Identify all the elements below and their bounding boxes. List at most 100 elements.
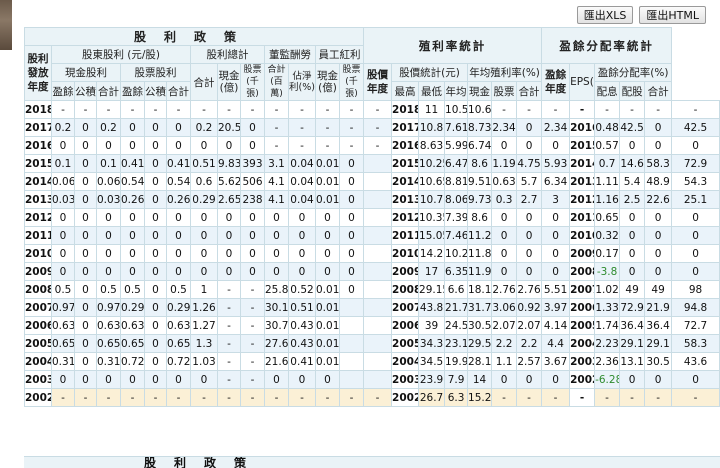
table-cell: - bbox=[240, 388, 265, 407]
table-cell: 0 bbox=[264, 226, 289, 245]
table-row: 20120000000000000201210.357.398.60002011… bbox=[24, 208, 720, 227]
table-cell: 0 bbox=[190, 226, 218, 245]
table-cell: 21.9 bbox=[644, 298, 673, 317]
table-cell: 0 bbox=[338, 262, 365, 281]
table-cell: 0.01 bbox=[315, 316, 340, 335]
table-cell: 0 bbox=[74, 298, 97, 317]
table-cell: 0 bbox=[619, 244, 646, 263]
table-cell: - bbox=[644, 100, 673, 119]
table-row: 2015 0.1 0 0.1 0.41 0 0.41 0.51 9.83 393 3.1 0.04 0.… bbox=[24, 154, 720, 173]
cash-dividend-header: 現金股利 bbox=[51, 63, 121, 82]
table-cell: 10.8 bbox=[418, 118, 446, 137]
table-cell: - bbox=[491, 388, 518, 407]
table-cell: 29.1 bbox=[644, 334, 673, 353]
table-cell: 26.7 bbox=[418, 388, 446, 407]
table-cell: 0 bbox=[491, 226, 518, 245]
table-cell: 27.6 bbox=[264, 334, 289, 353]
table-cell: 0 bbox=[144, 136, 167, 155]
table-cell: - bbox=[315, 388, 340, 407]
table-cell: 1 bbox=[190, 280, 218, 299]
table-cell: 0 bbox=[671, 370, 720, 389]
table-cell: 0.29 bbox=[166, 298, 191, 317]
table-cell: 0.29 bbox=[190, 190, 218, 209]
table-cell: 0 bbox=[240, 136, 265, 155]
table-cell: 0.3 bbox=[491, 190, 518, 209]
table-cell: 0 bbox=[190, 262, 218, 281]
table-cell: 0 bbox=[644, 136, 673, 155]
table-cell: 0 bbox=[541, 262, 571, 281]
table-cell: 0 bbox=[315, 262, 340, 281]
table-cell: 2016 bbox=[24, 136, 52, 155]
table-cell: - bbox=[264, 136, 289, 155]
table-cell: 0 bbox=[51, 244, 75, 263]
table-cell: 0.04 bbox=[288, 190, 316, 209]
table-cell: - bbox=[240, 370, 265, 389]
export-xls-button[interactable]: 匯出XLS bbox=[576, 6, 634, 24]
table-cell bbox=[363, 370, 393, 389]
table-cell: - bbox=[96, 388, 121, 407]
table-cell: 0.97 bbox=[51, 298, 75, 317]
table-cell: 0 bbox=[96, 226, 121, 245]
table-cell: - bbox=[144, 388, 167, 407]
table-cell: -6.28 bbox=[594, 370, 621, 389]
table-cell: 28.1 bbox=[467, 352, 493, 371]
table-row: 2005 0.65 0 0.65 0.65 0 0.65 1.3- -27.6 0.43 0.01 2… bbox=[24, 334, 720, 353]
table-cell: 24.5 bbox=[444, 316, 469, 335]
table-cell bbox=[363, 154, 393, 173]
table-cell: 0 bbox=[541, 226, 571, 245]
table-cell: 8.73 bbox=[467, 118, 493, 137]
table-cell: 2011 bbox=[569, 208, 596, 227]
stock-dividend-header: 股票股利 bbox=[120, 63, 191, 82]
table-cell: 94.8 bbox=[671, 298, 720, 317]
total-dividend-header: 股利總計 bbox=[190, 45, 265, 64]
table-cell: - bbox=[144, 100, 167, 119]
table-cell: - bbox=[166, 100, 191, 119]
table-cell: 2013 bbox=[24, 190, 52, 209]
table-cell: 0 bbox=[516, 370, 543, 389]
table-cell: 0 bbox=[190, 208, 218, 227]
table-cell: 2009 bbox=[24, 262, 52, 281]
table-cell: 7.46 bbox=[444, 226, 469, 245]
table-cell: 0 bbox=[120, 370, 145, 389]
table-cell: 0.04 bbox=[288, 154, 316, 173]
table-cell: 0 bbox=[315, 208, 340, 227]
price-stats-header: 股價統計(元) bbox=[391, 63, 469, 82]
yield-cash-header: 現金 bbox=[467, 81, 493, 101]
table-cell: 43.6 bbox=[671, 352, 720, 371]
table-row: 2002- - - - - - - - - - - - - -2002 26.7 6.3 15.2- - - - - - -… bbox=[24, 388, 720, 407]
table-cell: 21.7 bbox=[444, 298, 469, 317]
table-cell: 0 bbox=[51, 370, 75, 389]
table-cell: 0 bbox=[240, 262, 265, 281]
table-cell: 21.6 bbox=[264, 352, 289, 371]
table-cell: 0.43 bbox=[288, 334, 316, 353]
table-cell: - bbox=[363, 388, 393, 407]
table-cell: 238 bbox=[240, 190, 265, 209]
table-cell: 2005 bbox=[391, 334, 420, 353]
table-cell: - bbox=[240, 298, 265, 317]
table-cell: 0 bbox=[74, 262, 97, 281]
table-cell: 4.1 bbox=[264, 190, 289, 209]
table-cell: 0 bbox=[288, 370, 316, 389]
table-cell: 2017 bbox=[24, 118, 52, 137]
table-cell: - bbox=[594, 388, 621, 407]
table-cell: 2011 bbox=[391, 226, 420, 245]
table-cell: 1.11 bbox=[594, 172, 621, 191]
table-cell: 0 bbox=[96, 208, 121, 227]
dividend-policy-header: 股利政策 bbox=[23, 27, 365, 46]
stock-surplus-header: 盈餘 bbox=[120, 81, 145, 101]
table-cell: 2013 bbox=[569, 172, 596, 191]
table-cell: 0.03 bbox=[96, 190, 121, 209]
table-cell: 0.72 bbox=[166, 352, 191, 371]
table-cell: 0.65 bbox=[120, 334, 145, 353]
table-cell: 0 bbox=[190, 370, 218, 389]
table-cell: 0.48 bbox=[594, 118, 621, 137]
table-cell: 2003 bbox=[391, 370, 420, 389]
table-cell: - bbox=[541, 388, 571, 407]
table-row: 2004 0.31 0 0.31 0.72 0 0.72 1.03- -21.6 0.41 0.01… bbox=[24, 352, 720, 371]
export-html-button[interactable]: 匯出HTML bbox=[639, 6, 706, 24]
table-cell: - bbox=[619, 100, 646, 119]
table-cell: 0 bbox=[144, 154, 167, 173]
table-cell: 2.2 bbox=[491, 334, 518, 353]
table-row: 20110000000000000201115.057.4611.2000201… bbox=[24, 226, 720, 245]
table-cell: 30.5 bbox=[467, 316, 493, 335]
